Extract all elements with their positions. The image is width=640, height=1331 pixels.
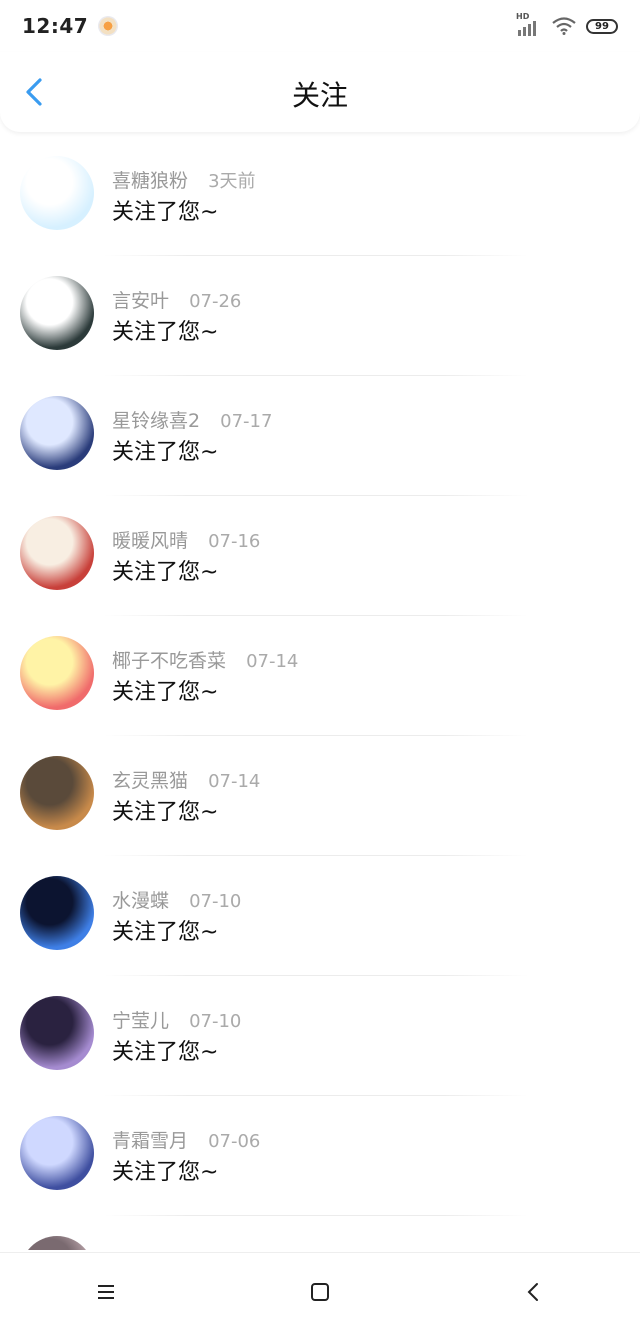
- follow-time: 07-17: [220, 411, 273, 432]
- follower-name-line: 玄灵黑猫 07-14: [112, 766, 260, 793]
- follower-row[interactable]: 青霜雪月 07-06 关注了您~: [0, 1096, 640, 1216]
- avatar[interactable]: [20, 636, 94, 710]
- follow-message: 关注了您~: [112, 440, 219, 465]
- wifi-icon: [552, 17, 576, 35]
- cellular-signal-icon: HD: [516, 12, 542, 36]
- app-notification-icon: [98, 16, 119, 36]
- follower-name[interactable]: 青霜雪月: [112, 1130, 188, 1152]
- follower-list: 喜糖狼粉 3天前 关注了您~ 言安叶 07-26 关注了您~ 星铃缘喜2 07-…: [0, 136, 640, 1250]
- follower-row[interactable]: 玄灵黑猫 07-14 关注了您~: [0, 736, 640, 856]
- follower-row[interactable]: 喜糖狼粉 3天前 关注了您~: [0, 136, 640, 256]
- follow-message: 关注了您~: [112, 200, 219, 225]
- follower-name[interactable]: 玄灵黑猫: [112, 770, 188, 792]
- avatar[interactable]: [20, 756, 94, 830]
- avatar[interactable]: [20, 876, 94, 950]
- follow-message: 关注了您~: [112, 920, 219, 945]
- follower-row[interactable]: 言安叶 07-26 关注了您~: [0, 256, 640, 376]
- system-back-button[interactable]: [503, 1262, 563, 1322]
- follow-time: 07-14: [246, 651, 299, 672]
- follower-row[interactable]: 宁莹儿 07-10 关注了您~: [0, 976, 640, 1096]
- avatar[interactable]: [20, 396, 94, 470]
- follow-time: 07-26: [189, 291, 242, 312]
- follower-name-line: 青霜雪月 07-06: [112, 1126, 260, 1153]
- follow-time: 07-14: [208, 771, 261, 792]
- clock: 12:47: [22, 14, 89, 38]
- follower-name-line: 水漫蝶 07-10: [112, 886, 241, 913]
- back-triangle-icon: [527, 1283, 539, 1301]
- follower-name[interactable]: 暖暖风晴: [112, 530, 188, 552]
- follow-message: 关注了您~: [112, 1160, 219, 1185]
- follow-time: 07-10: [189, 1011, 242, 1032]
- follower-name-line: 言安叶 07-26: [112, 286, 241, 313]
- follower-name-line: 星铃缘喜2 07-17: [112, 406, 272, 433]
- follow-message: 关注了您~: [112, 560, 219, 585]
- status-right: HD 99: [516, 12, 618, 36]
- follower-name-line: 喜糖狼粉 3天前: [112, 166, 256, 193]
- follow-time: 07-16: [208, 531, 261, 552]
- follower-row[interactable]: 暖暖风晴 07-16 关注了您~: [0, 496, 640, 616]
- status-bar: 12:47 HD 99: [0, 0, 640, 52]
- hd-label: HD: [516, 12, 530, 21]
- avatar[interactable]: [20, 276, 94, 350]
- avatar[interactable]: [20, 156, 94, 230]
- header-bar: 关注: [0, 52, 640, 132]
- home-square-icon: [310, 1283, 329, 1301]
- avatar[interactable]: [20, 996, 94, 1070]
- follower-name[interactable]: 喜糖狼粉: [112, 170, 188, 192]
- avatar[interactable]: [20, 1236, 94, 1250]
- status-left: 12:47: [22, 14, 119, 38]
- follow-message: 关注了您~: [112, 800, 219, 825]
- follower-name[interactable]: 水漫蝶: [112, 890, 169, 912]
- follow-time: 07-06: [208, 1131, 261, 1152]
- follower-name-line: 一只狸花 07-06: [112, 1246, 260, 1250]
- avatar[interactable]: [20, 1116, 94, 1190]
- follower-name[interactable]: 星铃缘喜2: [112, 410, 200, 432]
- follower-name[interactable]: 言安叶: [112, 290, 169, 312]
- follow-time: 07-10: [189, 891, 242, 912]
- page-title: 关注: [291, 79, 348, 112]
- follower-row[interactable]: 水漫蝶 07-10 关注了您~: [0, 856, 640, 976]
- battery-level: 99: [595, 20, 609, 32]
- follower-row[interactable]: 一只狸花 07-06: [0, 1216, 640, 1250]
- follower-name-line: 宁莹儿 07-10: [112, 1006, 241, 1033]
- follow-time: 3天前: [208, 171, 256, 192]
- follower-row[interactable]: 椰子不吃香菜 07-14 关注了您~: [0, 616, 640, 736]
- battery-icon: 99: [586, 18, 618, 34]
- follow-message: 关注了您~: [112, 680, 219, 705]
- follow-message: 关注了您~: [112, 320, 219, 345]
- follower-row[interactable]: 星铃缘喜2 07-17 关注了您~: [0, 376, 640, 496]
- menu-icon: [97, 1285, 114, 1299]
- home-button[interactable]: [290, 1262, 350, 1322]
- avatar[interactable]: [20, 516, 94, 590]
- follower-name[interactable]: 椰子不吃香菜: [112, 650, 226, 672]
- follower-name-line: 暖暖风晴 07-16: [112, 526, 260, 553]
- follow-message: 关注了您~: [112, 1040, 219, 1065]
- follower-name-line: 椰子不吃香菜 07-14: [112, 646, 298, 673]
- follower-name[interactable]: 宁莹儿: [112, 1010, 169, 1032]
- system-nav-bar: [0, 1252, 640, 1331]
- menu-button[interactable]: [77, 1262, 137, 1322]
